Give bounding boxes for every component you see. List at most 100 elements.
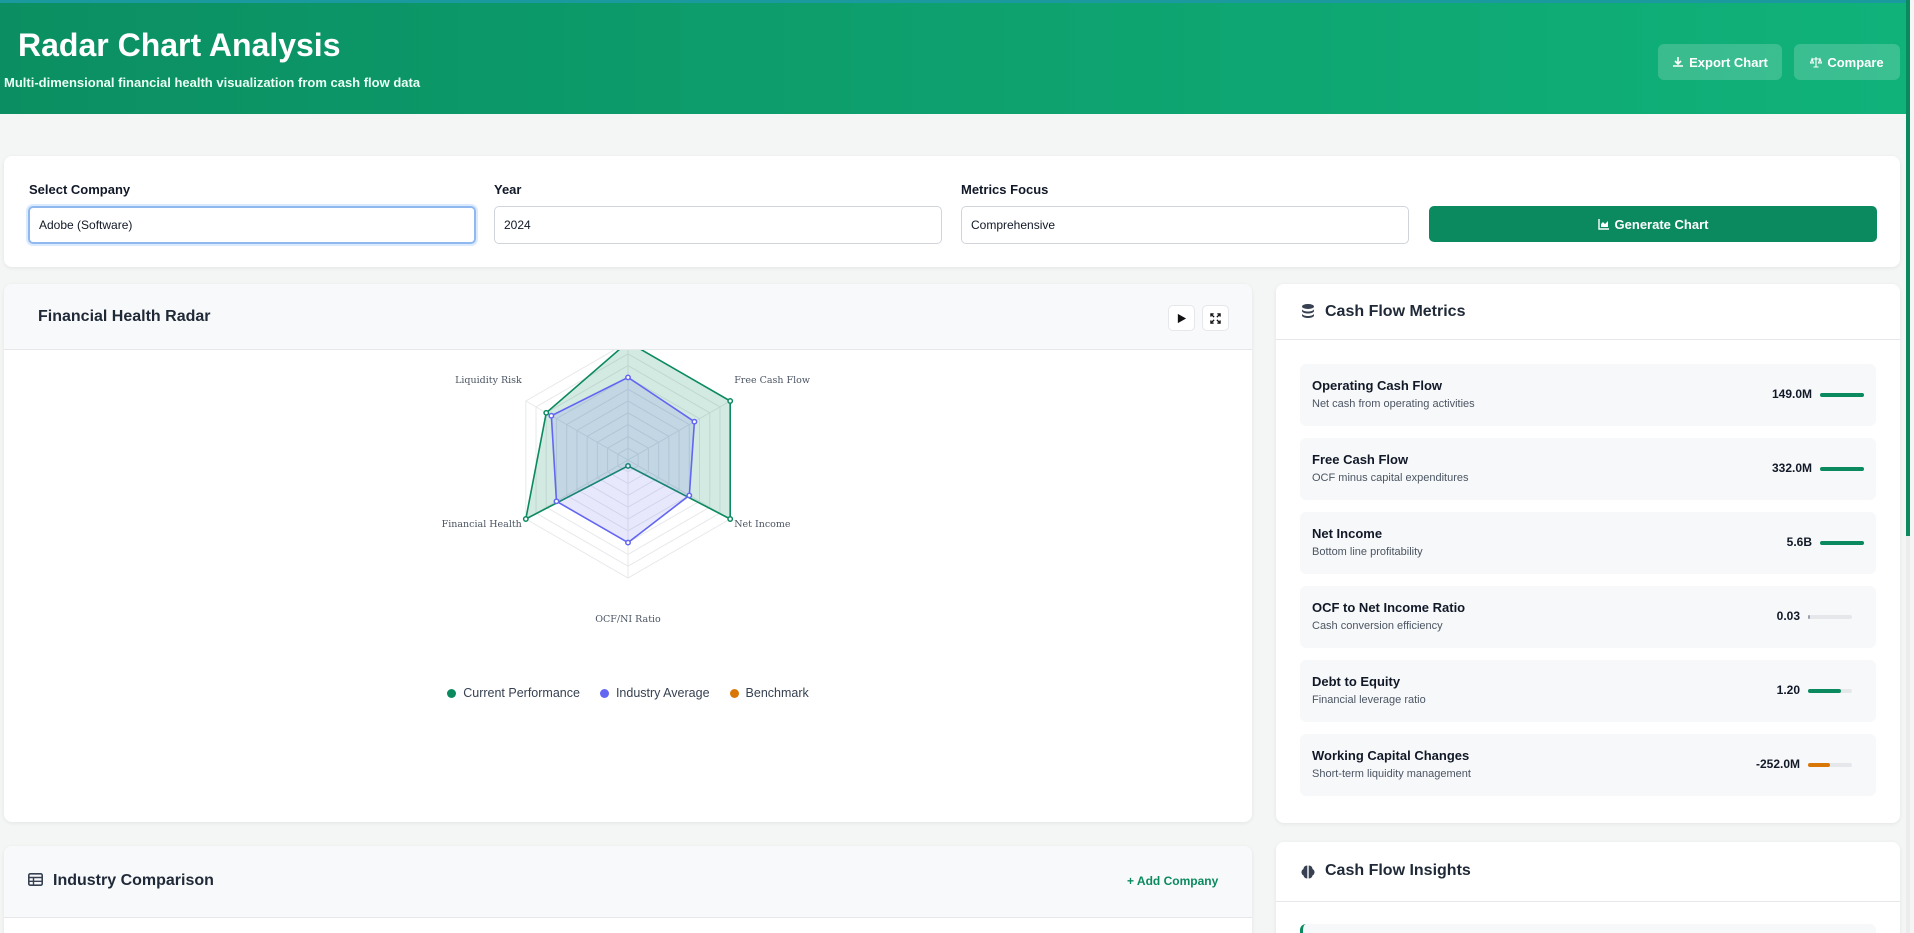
page-subtitle: Multi-dimensional financial health visua…	[4, 75, 421, 90]
industry-title: Industry Comparison	[53, 872, 214, 889]
radar-point	[625, 539, 631, 546]
plus-icon: +	[1127, 874, 1135, 888]
metric-value: -252.0M	[1755, 757, 1800, 771]
legend-dot	[447, 688, 457, 698]
radar-axis-label: Free Cash Flow	[734, 375, 810, 386]
compare-button[interactable]: Compare	[1794, 44, 1900, 80]
legend-dot	[729, 688, 739, 698]
year-label: Year	[494, 182, 522, 197]
play-animation-button[interactable]	[1168, 305, 1195, 331]
industry-card-header: Industry Comparison + Add Company	[4, 846, 1252, 918]
company-label: Select Company	[29, 182, 131, 197]
radar-point	[727, 398, 734, 404]
metric-value: 5.6B	[1786, 535, 1812, 549]
metric-bar-track	[1808, 763, 1852, 767]
insights-card-header: Cash Flow Insights	[1276, 842, 1900, 902]
metric-bar-track	[1820, 393, 1864, 397]
metric-bar-fill	[1820, 393, 1864, 397]
radar-axis-label: Financial Health	[442, 519, 522, 530]
radar-point	[686, 492, 693, 499]
metrics-title: Cash Flow Metrics	[1325, 303, 1466, 320]
expand-icon	[1210, 312, 1221, 324]
metric-name: OCF to Net Income Ratio	[1312, 600, 1466, 615]
legend-item[interactable]: Industry Average	[599, 686, 710, 700]
radar-axis-label: Net Income	[734, 519, 791, 530]
legend-item[interactable]: Benchmark	[729, 686, 809, 700]
metric-value: 149.0M	[1771, 387, 1812, 401]
metric-bar-track	[1820, 541, 1864, 545]
metric-description: OCF minus capital expenditures	[1312, 472, 1469, 484]
metric-bar-track	[1808, 615, 1852, 619]
legend-label: Industry Average	[615, 686, 710, 700]
metric-row: Free Cash Flow OCF minus capital expendit…	[1300, 438, 1876, 500]
radar-point	[522, 516, 529, 522]
metric-name: Free Cash Flow	[1312, 452, 1409, 467]
radar-point	[625, 374, 631, 381]
metric-bar-fill	[1808, 615, 1810, 619]
page-scrollbar[interactable]	[1906, 0, 1910, 933]
coins-icon	[1302, 304, 1314, 318]
industry-comparison-card: Industry Comparison + Add Company	[4, 846, 1252, 933]
metrics-card-header: Cash Flow Metrics	[1276, 284, 1900, 340]
legend-item[interactable]: Current Performance	[447, 686, 580, 700]
metric-description: Short-term liquidity management	[1312, 768, 1471, 780]
radar-point	[543, 409, 550, 416]
year-select[interactable]: 2024	[494, 206, 942, 244]
metric-bar-fill	[1820, 541, 1864, 545]
legend-label: Current Performance	[463, 686, 580, 700]
metric-value: 1.20	[1776, 683, 1800, 697]
export-chart-label: Export Chart	[1689, 54, 1768, 70]
table-icon	[28, 873, 43, 886]
financial-health-radar-card: Financial Health Radar Operating Cash Fl…	[4, 284, 1252, 822]
generate-chart-button[interactable]: Generate Chart	[1429, 206, 1877, 242]
add-company-label: Add Company	[1136, 874, 1219, 888]
radar-title: Financial Health Radar	[38, 308, 211, 325]
radar-legend: Current Performance Industry Average Bench…	[4, 686, 1252, 700]
legend-dot	[599, 688, 609, 698]
metric-name: Net Income	[1312, 526, 1383, 541]
legend-label: Benchmark	[745, 686, 809, 700]
metric-row: Working Capital Changes Short-term liquid…	[1300, 734, 1876, 796]
metric-description: Financial leverage ratio	[1312, 694, 1426, 706]
radar-axis-label: OCF/NI Ratio	[595, 614, 661, 625]
radar-axis-label: Liquidity Risk	[455, 375, 522, 386]
cash-flow-insights-card: Cash Flow Insights	[1276, 842, 1900, 933]
metric-bar-track	[1808, 689, 1852, 693]
metric-description: Net cash from operating activities	[1312, 398, 1475, 410]
page-title: Radar Chart Analysis	[18, 27, 341, 63]
compare-label: Compare	[1827, 54, 1884, 70]
radar-point	[548, 412, 555, 419]
metric-description: Cash conversion efficiency	[1312, 620, 1443, 632]
metric-value: 332.0M	[1771, 461, 1812, 475]
metric-description: Bottom line profitability	[1312, 546, 1423, 558]
add-company-button[interactable]: + Add Company	[1127, 874, 1218, 888]
play-icon	[1177, 313, 1187, 323]
download-icon	[1673, 57, 1684, 67]
metric-row: Operating Cash Flow Net cash from operati…	[1300, 364, 1876, 426]
controls-panel: Select Company Adobe (Software) Year 202…	[4, 156, 1900, 267]
page: Radar Chart Analysis Multi-dimensional f…	[0, 0, 1910, 933]
fullscreen-button[interactable]	[1202, 305, 1229, 331]
radar-card-header: Financial Health Radar	[4, 284, 1252, 350]
metric-name: Debt to Equity	[1312, 674, 1401, 689]
insights-title: Cash Flow Insights	[1325, 862, 1471, 879]
radar-point	[691, 418, 698, 425]
insight-item	[1300, 924, 1876, 933]
metric-bar-fill	[1808, 763, 1830, 767]
export-chart-button[interactable]: Export Chart	[1658, 44, 1782, 80]
metric-value: 0.03	[1776, 609, 1800, 623]
metric-row: Debt to Equity Financial leverage ratio 1.…	[1300, 660, 1876, 722]
page-header: Radar Chart Analysis Multi-dimensional f…	[0, 0, 1910, 114]
scrollbar-thumb[interactable]	[1906, 0, 1910, 536]
cash-flow-metrics-card: Cash Flow Metrics Operating Cash Flow Net…	[1276, 284, 1900, 823]
metric-row: OCF to Net Income Ratio Cash conversion e…	[1300, 586, 1876, 648]
metrics-focus-select[interactable]: Comprehensive	[961, 206, 1409, 244]
metric-row: Net Income Bottom line profitability 5.6B	[1300, 512, 1876, 574]
brain-icon	[1301, 865, 1315, 879]
metric-name: Operating Cash Flow	[1312, 378, 1443, 393]
chart-area-icon	[1597, 219, 1609, 230]
metrics-focus-label: Metrics Focus	[961, 182, 1049, 197]
company-select[interactable]: Adobe (Software)	[28, 206, 476, 244]
metric-bar-track	[1820, 467, 1864, 471]
metric-bar-fill	[1820, 467, 1864, 471]
